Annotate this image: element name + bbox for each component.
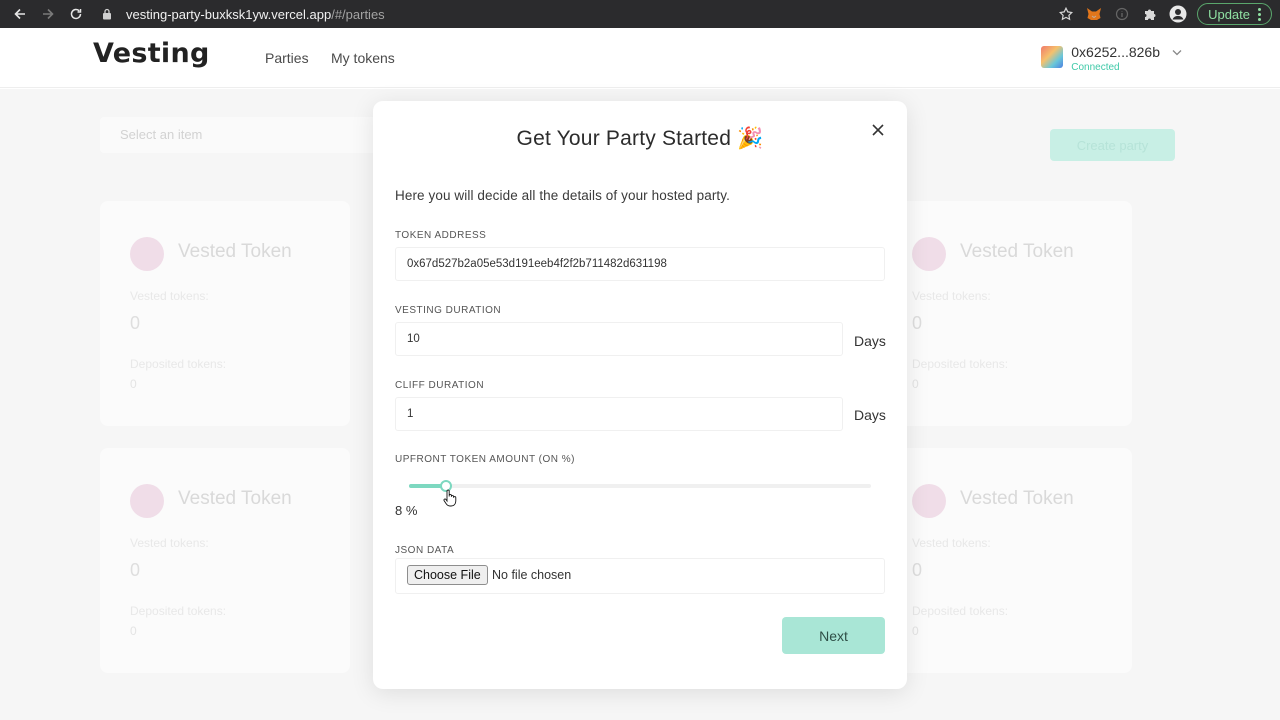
card-deposited-value: 0 [912, 377, 919, 391]
card-deposited-value: 0 [130, 377, 137, 391]
nav-my-tokens[interactable]: My tokens [331, 50, 395, 66]
card-deposited-value: 0 [130, 624, 137, 638]
vesting-duration-label: VESTING DURATION [395, 305, 502, 316]
json-data-label: JSON DATA [395, 545, 455, 556]
info-circle-icon[interactable] [1113, 5, 1131, 23]
modal-intro: Here you will decide all the details of … [395, 188, 730, 203]
chevron-down-icon [1172, 48, 1182, 59]
back-arrow-icon[interactable] [6, 0, 34, 28]
wallet-dropdown[interactable]: 0x6252...826b Connected [1041, 44, 1182, 73]
profile-avatar-icon[interactable] [1169, 5, 1187, 23]
card-deposited-value: 0 [912, 624, 919, 638]
close-icon[interactable] [869, 121, 887, 139]
card-deposited-label: Deposited tokens: [912, 357, 1009, 371]
background-create-button: Create party [1050, 129, 1175, 161]
cliff-duration-unit: Days [854, 407, 886, 423]
card-vested-label: Vested tokens: [912, 536, 991, 550]
extensions-puzzle-icon[interactable] [1141, 5, 1159, 23]
app-header: Vesting Parties My tokens 0x6252...826b … [0, 28, 1280, 88]
token-logo [130, 237, 164, 271]
card-title: Vested Token [960, 241, 1074, 262]
update-label: Update [1208, 6, 1250, 22]
lock-icon [100, 7, 114, 21]
wallet-address: 0x6252...826b [1071, 44, 1160, 60]
star-icon[interactable] [1057, 5, 1075, 23]
nav-parties[interactable]: Parties [265, 50, 309, 66]
metamask-fox-icon[interactable] [1085, 5, 1103, 23]
card-deposited-label: Deposited tokens: [130, 357, 227, 371]
background-card: Vested Token Vested tokens: 0 Deposited … [100, 448, 350, 673]
vesting-duration-input[interactable] [395, 322, 843, 356]
upfront-slider[interactable] [409, 480, 871, 492]
card-vested-value: 0 [912, 313, 923, 333]
cliff-duration-input[interactable] [395, 397, 843, 431]
create-party-modal: Get Your Party Started 🎉 Here you will d… [373, 101, 907, 689]
wallet-status: Connected [1071, 62, 1120, 73]
token-logo [130, 484, 164, 518]
file-status: No file chosen [492, 568, 572, 582]
card-deposited-label: Deposited tokens: [130, 604, 227, 618]
vesting-duration-unit: Days [854, 333, 886, 349]
background-card: Vested Token Vested tokens: 0 Deposited … [882, 201, 1132, 426]
token-logo [912, 237, 946, 271]
card-title: Vested Token [178, 488, 292, 509]
reload-icon[interactable] [62, 0, 90, 28]
background-card: Vested Token Vested tokens: 0 Deposited … [882, 448, 1132, 673]
update-button[interactable]: Update [1197, 3, 1272, 25]
background-card: Vested Token Vested tokens: 0 Deposited … [100, 201, 350, 426]
modal-title: Get Your Party Started 🎉 [516, 127, 764, 150]
url-host: vesting-party-buxksk1yw.vercel.app [126, 6, 332, 22]
card-vested-label: Vested tokens: [912, 289, 991, 303]
app-logo[interactable]: Vesting [93, 38, 210, 69]
card-vested-value: 0 [130, 560, 141, 580]
json-file-input[interactable]: Choose File No file chosen [395, 558, 885, 594]
card-deposited-label: Deposited tokens: [912, 604, 1009, 618]
wallet-avatar [1041, 46, 1064, 68]
card-vested-value: 0 [912, 560, 923, 580]
background-select: Select an item [100, 117, 380, 153]
url-path: /#/parties [331, 6, 385, 22]
next-button[interactable]: Next [782, 617, 885, 654]
token-logo [912, 484, 946, 518]
upfront-amount-value: 8 % [395, 503, 418, 518]
upfront-amount-label: UPFRONT TOKEN AMOUNT (ON %) [395, 454, 575, 465]
card-vested-value: 0 [130, 313, 141, 333]
address-bar[interactable]: vesting-party-buxksk1yw.vercel.app/#/par… [100, 0, 385, 28]
forward-arrow-icon[interactable] [34, 0, 62, 28]
card-vested-label: Vested tokens: [130, 289, 209, 303]
card-vested-label: Vested tokens: [130, 536, 209, 550]
more-vertical-icon [1258, 7, 1261, 21]
card-title: Vested Token [178, 241, 292, 262]
browser-toolbar: vesting-party-buxksk1yw.vercel.app/#/par… [0, 0, 1280, 28]
hand-cursor-icon [443, 489, 457, 510]
cliff-duration-label: CLIFF DURATION [395, 380, 485, 391]
token-address-input[interactable] [395, 247, 885, 281]
token-address-label: TOKEN ADDRESS [395, 230, 487, 241]
choose-file-button[interactable]: Choose File [407, 565, 488, 585]
card-title: Vested Token [960, 488, 1074, 509]
